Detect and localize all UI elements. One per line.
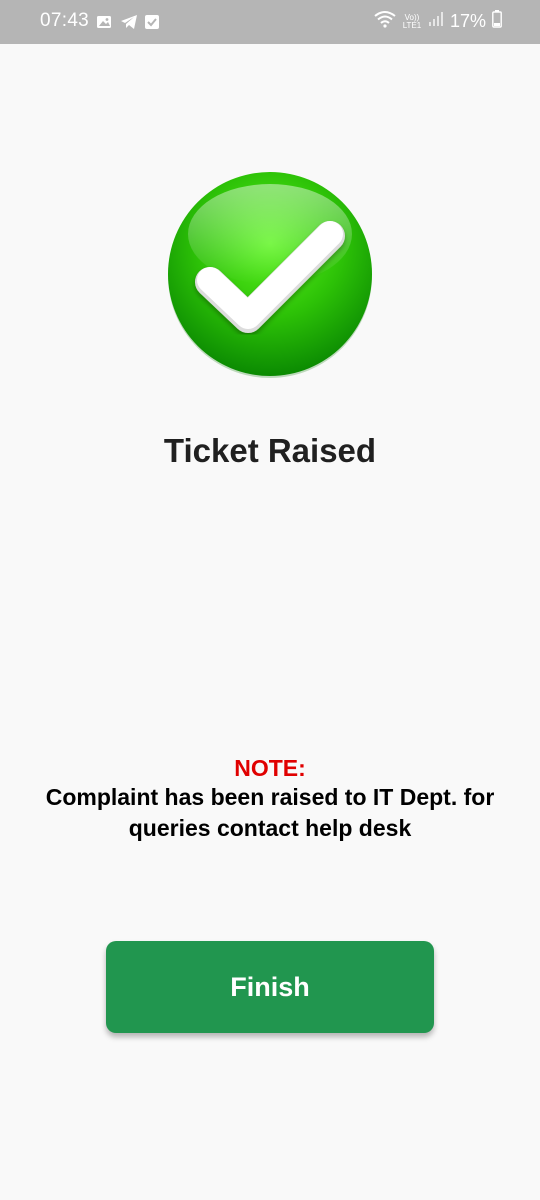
status-bar: 07:43 Vo)) LTE1 17% <box>0 0 540 44</box>
network-type-label: Vo)) LTE1 <box>402 13 422 30</box>
finish-button[interactable]: Finish <box>106 941 434 1033</box>
gallery-icon <box>96 14 112 30</box>
note-text: Complaint has been raised to IT Dept. fo… <box>45 784 495 841</box>
wifi-icon <box>374 10 396 33</box>
page-title: Ticket Raised <box>163 432 377 469</box>
status-time: 07:43 <box>40 10 90 31</box>
system-status-icons: Vo)) LTE1 17% <box>374 10 502 33</box>
success-check-icon <box>166 172 376 382</box>
notification-icons <box>96 14 160 30</box>
signal-icon <box>428 11 444 32</box>
telegram-icon <box>120 14 137 30</box>
battery-icon <box>492 10 502 33</box>
battery-percent: 17% <box>449 11 486 31</box>
lte-text: LTE1 <box>402 20 422 30</box>
check-notification-icon <box>144 14 160 30</box>
note-label: NOTE: <box>234 755 306 781</box>
note-block: NOTE: Complaint has been raised to IT De… <box>0 754 540 844</box>
